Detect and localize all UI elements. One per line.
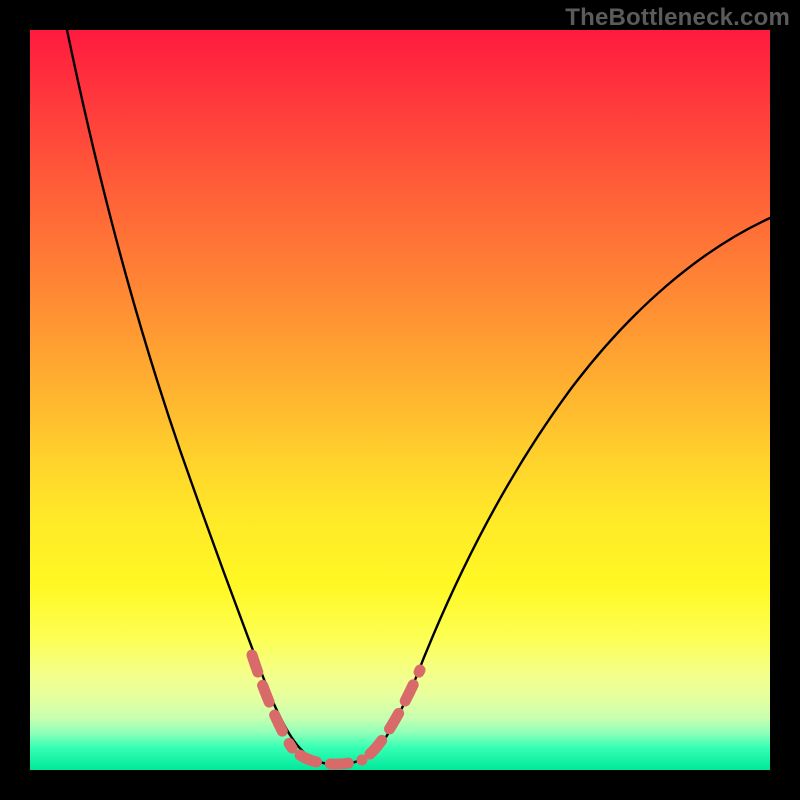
watermark-text: TheBottleneck.com <box>565 4 790 32</box>
plot-gradient-area <box>30 30 770 770</box>
highlight-right-ascent <box>370 670 420 754</box>
highlight-left-descent <box>252 655 292 748</box>
highlight-valley-floor <box>300 755 362 764</box>
outer-frame: TheBottleneck.com <box>0 0 800 800</box>
bottleneck-curve-svg <box>30 30 770 770</box>
bottleneck-curve-path <box>67 30 770 765</box>
